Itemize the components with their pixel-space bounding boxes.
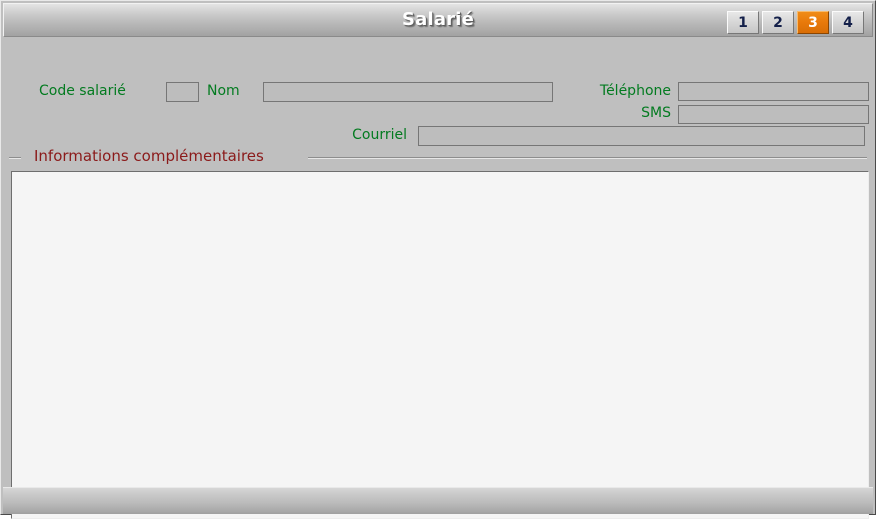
title-bar: Salarié 1 2 3 4 — [3, 3, 873, 37]
tab-4[interactable]: 4 — [832, 11, 864, 34]
tab-3[interactable]: 3 — [797, 11, 829, 34]
telephone-label: Téléphone — [599, 83, 671, 99]
code-salarie-input[interactable] — [166, 82, 199, 102]
status-bar — [3, 487, 873, 514]
telephone-input[interactable] — [678, 82, 869, 101]
tab-strip: 1 2 3 4 — [725, 9, 866, 36]
courriel-label: Courriel — [352, 127, 407, 143]
tab-1[interactable]: 1 — [727, 11, 759, 34]
separator-rule-left — [9, 157, 21, 159]
informations-complementaires-textarea[interactable] — [11, 171, 869, 519]
salarie-window: Salarié 1 2 3 4 Code salarié Nom Télépho… — [0, 0, 876, 519]
section-separator: Informations complémentaires — [9, 147, 867, 167]
separator-rule-right — [308, 157, 867, 159]
courriel-input[interactable] — [418, 126, 865, 146]
sms-label: SMS — [641, 105, 671, 121]
nom-label: Nom — [207, 83, 240, 99]
tab-2[interactable]: 2 — [762, 11, 794, 34]
section-title: Informations complémentaires — [29, 147, 269, 165]
form-body: Code salarié Nom Téléphone SMS Courriel … — [3, 37, 873, 519]
sms-input[interactable] — [678, 105, 869, 124]
code-salarie-label: Code salarié — [39, 83, 126, 99]
